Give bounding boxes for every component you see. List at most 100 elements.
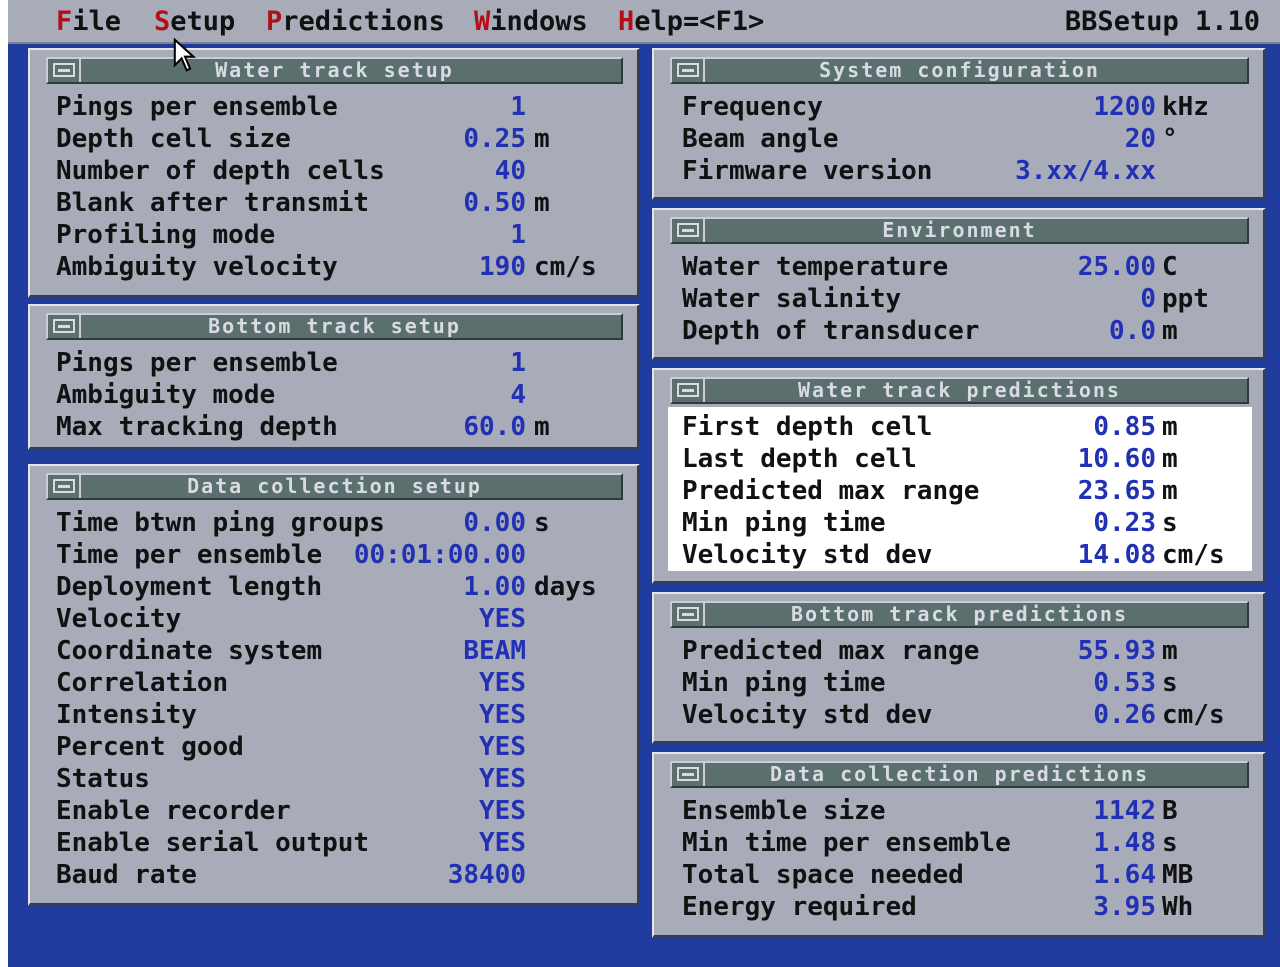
setting-row[interactable]: Correlation YES — [56, 667, 616, 699]
panel-title: Environment — [882, 218, 1037, 242]
setting-value[interactable]: 0.50 — [463, 187, 526, 219]
setting-row[interactable]: Percent good YES — [56, 731, 616, 763]
prediction-unit: m — [1162, 636, 1178, 666]
panel-title-bar[interactable]: Bottom track setup — [46, 313, 623, 340]
setting-row[interactable]: Pings per ensemble 1 — [56, 347, 616, 379]
setting-label: Deployment length — [56, 572, 323, 602]
setting-value[interactable]: YES — [479, 763, 526, 795]
prediction-unit: s — [1162, 668, 1178, 698]
setting-value[interactable]: 0.0 — [1109, 315, 1156, 347]
prediction-value: 10.60 — [1077, 444, 1156, 474]
prediction-label: First depth cell — [682, 412, 933, 442]
prediction-row: Predicted max range 55.93 m — [682, 635, 1252, 667]
setting-value[interactable]: YES — [479, 667, 526, 699]
prediction-row: First depth cell 0.85 m — [682, 411, 1252, 443]
setting-row[interactable]: Time btwn ping groups 0.00 s — [56, 507, 616, 539]
setting-value[interactable]: 1 — [510, 347, 526, 379]
setting-value[interactable]: BEAM — [463, 635, 526, 667]
setting-unit: m — [1162, 316, 1178, 346]
prediction-unit: m — [1162, 444, 1178, 474]
setting-value: 3.xx/4.xx — [1015, 156, 1156, 186]
setting-value[interactable]: YES — [479, 731, 526, 763]
setting-label: Blank after transmit — [56, 188, 370, 218]
setting-value[interactable]: 25.00 — [1078, 251, 1156, 283]
prediction-label: Min time per ensemble — [682, 828, 1011, 858]
setting-row[interactable]: Number of depth cells 40 — [56, 155, 616, 187]
setting-value[interactable]: 60.0 — [463, 411, 526, 443]
menu-windows[interactable]: Windows — [474, 0, 588, 44]
setting-row[interactable]: Blank after transmit 0.50 m — [56, 187, 616, 219]
setting-row[interactable]: Velocity YES — [56, 603, 616, 635]
setting-value[interactable]: YES — [479, 699, 526, 731]
setting-value[interactable]: 1.00 — [463, 571, 526, 603]
setting-row[interactable]: Baud rate 38400 — [56, 859, 616, 891]
setting-value[interactable]: 0 — [1140, 283, 1156, 315]
prediction-label: Velocity std dev — [682, 540, 933, 570]
setting-row[interactable]: Firmware version 3.xx/4.xx — [682, 155, 1252, 187]
setting-row[interactable]: Depth of transducer 0.0 m — [682, 315, 1252, 347]
setting-value[interactable]: 190 — [479, 251, 526, 283]
setting-row[interactable]: Depth cell size 0.25 m — [56, 123, 616, 155]
setting-unit: kHz — [1162, 92, 1209, 122]
setting-value[interactable]: 4 — [510, 379, 526, 411]
panel-title-bar[interactable]: Water track predictions — [670, 377, 1249, 404]
prediction-unit: s — [1162, 828, 1178, 858]
setting-unit: m — [534, 188, 550, 218]
setting-row[interactable]: Coordinate system BEAM — [56, 635, 616, 667]
panel-title-bar[interactable]: Bottom track predictions — [670, 601, 1249, 628]
setting-row[interactable]: Time per ensemble 00:01:00.00 — [56, 539, 616, 571]
setting-value[interactable]: 40 — [495, 155, 526, 187]
setting-row[interactable]: Intensity YES — [56, 699, 616, 731]
panel-title-bar[interactable]: Environment — [670, 217, 1249, 244]
setting-row[interactable]: Water salinity 0 ppt — [682, 283, 1252, 315]
close-box-icon[interactable] — [677, 767, 699, 781]
setting-value[interactable]: 0.25 — [463, 123, 526, 155]
setting-row[interactable]: Max tracking depth 60.0 m — [56, 411, 616, 443]
close-box-icon[interactable] — [677, 383, 699, 397]
panel-title-bar[interactable]: Data collection predictions — [670, 761, 1249, 788]
setting-row[interactable]: Ambiguity velocity 190 cm/s — [56, 251, 616, 283]
water-track-predictions-panel: Water track predictions First depth cell… — [652, 368, 1266, 584]
close-box-icon[interactable] — [53, 319, 75, 333]
setting-value[interactable]: YES — [479, 795, 526, 827]
prediction-unit: m — [1162, 476, 1178, 506]
setting-value[interactable]: 38400 — [448, 859, 526, 891]
setting-row[interactable]: Pings per ensemble 1 — [56, 91, 616, 123]
setting-label: Ambiguity velocity — [56, 252, 338, 282]
setting-label: Time per ensemble — [56, 540, 323, 570]
menu-help[interactable]: Help=<F1> — [618, 0, 764, 44]
setting-row[interactable]: Profiling mode 1 — [56, 219, 616, 251]
menu-file[interactable]: File — [56, 0, 121, 44]
setting-value[interactable]: 1 — [510, 91, 526, 123]
setting-row[interactable]: Enable recorder YES — [56, 795, 616, 827]
panel-title-bar[interactable]: System configuration — [670, 57, 1249, 84]
menu-predictions[interactable]: Predictions — [266, 0, 445, 44]
prediction-value: 0.26 — [1093, 700, 1156, 730]
setting-row[interactable]: Enable serial output YES — [56, 827, 616, 859]
setting-label: Time btwn ping groups — [56, 508, 385, 538]
setting-row[interactable]: Frequency 1200 kHz — [682, 91, 1252, 123]
setting-value[interactable]: 0.00 — [463, 507, 526, 539]
close-box-icon[interactable] — [677, 63, 699, 77]
setting-label: Pings per ensemble — [56, 348, 338, 378]
setting-value[interactable]: 1 — [510, 219, 526, 251]
prediction-value: 1142 — [1093, 796, 1156, 826]
prediction-unit: Wh — [1162, 892, 1194, 922]
panel-title-bar[interactable]: Water track setup — [46, 57, 623, 84]
prediction-value: 1.64 — [1093, 860, 1156, 890]
close-box-icon[interactable] — [53, 63, 75, 77]
close-box-icon[interactable] — [53, 479, 75, 493]
panel-title-bar[interactable]: Data collection setup — [46, 473, 623, 500]
setting-label: Percent good — [56, 732, 244, 762]
setting-row[interactable]: Ambiguity mode 4 — [56, 379, 616, 411]
setting-row[interactable]: Status YES — [56, 763, 616, 795]
setting-label: Water temperature — [682, 252, 949, 282]
setting-row[interactable]: Water temperature 25.00 C — [682, 251, 1252, 283]
close-box-icon[interactable] — [677, 607, 699, 621]
setting-value[interactable]: YES — [479, 603, 526, 635]
close-box-icon[interactable] — [677, 223, 699, 237]
setting-row[interactable]: Deployment length 1.00 days — [56, 571, 616, 603]
setting-value[interactable]: 00:01:00.00 — [354, 539, 526, 571]
setting-row[interactable]: Beam angle 20 ° — [682, 123, 1252, 155]
setting-value[interactable]: YES — [479, 827, 526, 859]
